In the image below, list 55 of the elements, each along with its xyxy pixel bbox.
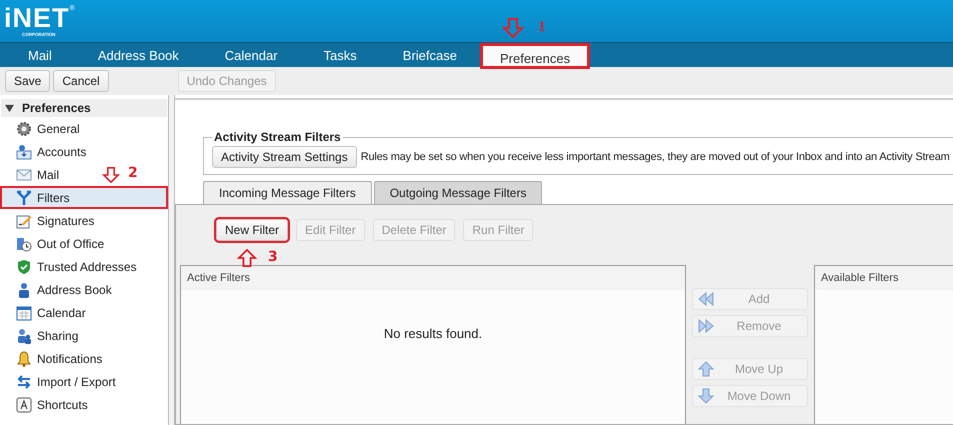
accounts-icon	[16, 144, 32, 160]
sidebar-item[interactable]: Calendar	[0, 301, 90, 324]
filter-icon	[16, 190, 32, 206]
app-tab[interactable]: Briefcase	[380, 48, 480, 67]
step-number: 3	[268, 249, 278, 265]
splitter-handle[interactable]	[169, 95, 175, 425]
sidebar-item[interactable]: Accounts	[0, 140, 90, 163]
calendar-icon	[16, 304, 32, 320]
logo-text: iNET	[4, 4, 70, 30]
sidebar-item[interactable]: Signatures	[0, 209, 98, 232]
toolbar-button[interactable]: Cancel	[53, 70, 109, 92]
people-icon	[16, 328, 32, 344]
sidebar-item[interactable]: Mail	[0, 163, 64, 186]
key-icon	[16, 396, 32, 412]
app-tab[interactable]: Calendar	[202, 48, 301, 67]
mail-icon	[16, 166, 32, 182]
app-tab[interactable]: Mail	[5, 48, 75, 67]
filter-tab[interactable]: Incoming Message Filters	[203, 181, 372, 204]
filter-tab[interactable]: Outgoing Message Filters	[374, 181, 542, 204]
app-tab[interactable]: Tasks	[300, 48, 380, 67]
sidebar-item[interactable]: Out of Office	[0, 232, 108, 255]
list-header: Available Filters	[815, 266, 953, 290]
app-tab[interactable]: Address Book	[74, 48, 202, 67]
filter-button[interactable]: New Filter	[216, 219, 288, 241]
arrow-left-icon	[697, 291, 715, 307]
gear-icon	[16, 120, 32, 136]
sidebar-title: Preferences	[22, 101, 91, 115]
group-legend: Activity Stream Filters	[212, 130, 343, 144]
sidebar-item[interactable]: General	[0, 117, 84, 140]
sidebar-item[interactable]: Filters	[0, 186, 168, 209]
signature-icon	[16, 212, 32, 228]
sidebar-header[interactable]: Preferences	[1, 99, 167, 117]
sidebar-item[interactable]: Notifications	[0, 347, 106, 370]
clock-icon	[16, 236, 32, 252]
step-number: 2	[128, 165, 138, 181]
sidebar-item[interactable]: Address Book	[0, 278, 116, 301]
toolbar-button[interactable]: Save	[5, 70, 50, 92]
arrow-down-icon	[697, 388, 715, 404]
list-header: Active Filters	[181, 266, 685, 290]
app-tab[interactable]: Preferences	[482, 45, 588, 67]
sidebar-item[interactable]: Import / Export	[0, 370, 120, 393]
arrows-icon	[16, 374, 32, 390]
step-number: 1	[538, 19, 546, 36]
description-text: Rules may be set so when you receive less important messages, they are moved out of your Inbox and into an Activity Stream	[360, 151, 950, 163]
sidebar-item[interactable]: Shortcuts	[0, 393, 92, 416]
sidebar-item[interactable]: Sharing	[0, 324, 82, 347]
arrow-right-icon	[697, 318, 715, 334]
person-icon	[16, 282, 32, 298]
arrow-up-icon	[697, 361, 715, 377]
shield-icon	[16, 258, 32, 274]
activity-stream-settings-button[interactable]: Activity Stream Settings	[212, 146, 357, 168]
empty-message: No results found.	[384, 326, 482, 343]
sidebar-item[interactable]: Trusted Addresses	[0, 255, 141, 278]
collapse-triangle-icon[interactable]	[5, 104, 14, 112]
bell-icon	[16, 350, 32, 366]
